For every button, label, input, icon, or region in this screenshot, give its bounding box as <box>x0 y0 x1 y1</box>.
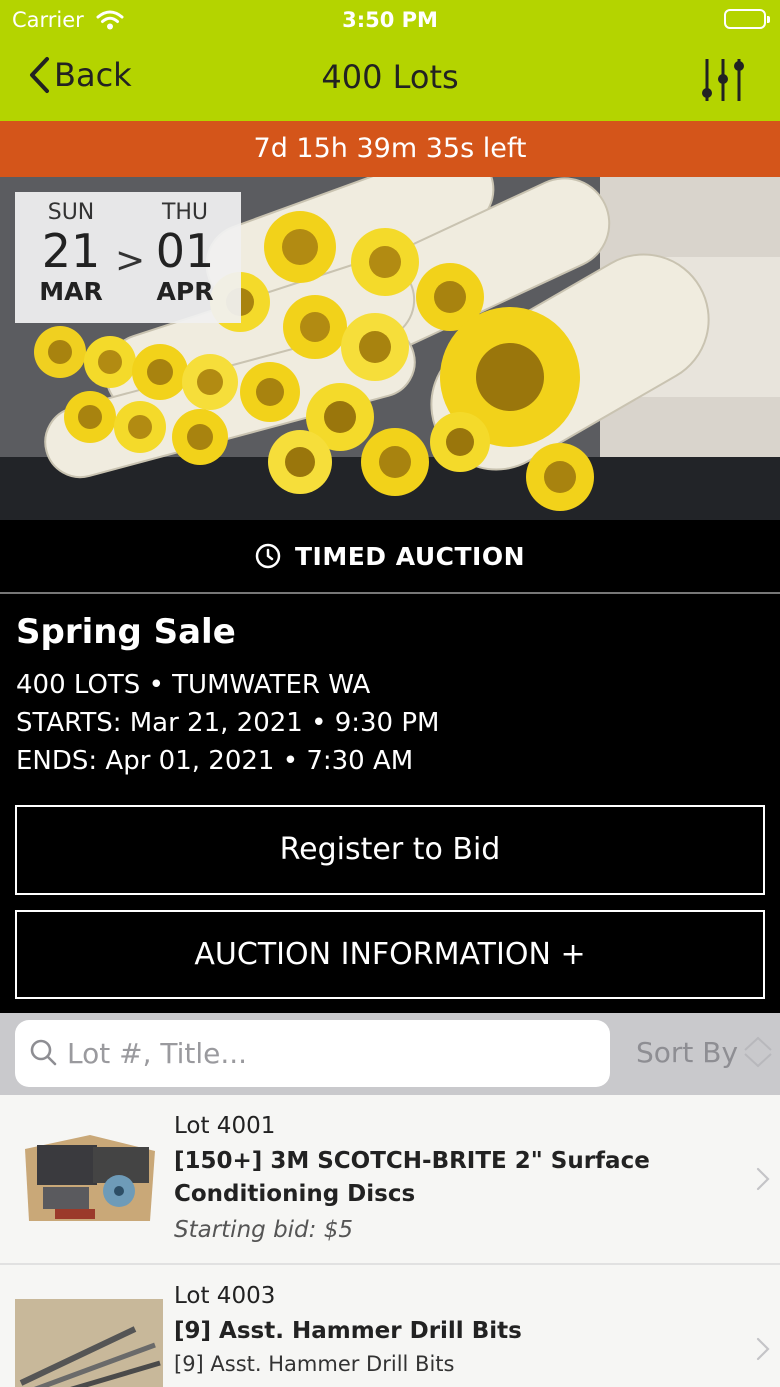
chevron-left-icon <box>30 57 49 93</box>
back-button[interactable]: Back <box>28 56 132 94</box>
lot-thumbnail <box>15 1299 163 1387</box>
lot-title: [150+] 3M SCOTCH-BRITE 2" Surface Condit… <box>174 1148 650 1207</box>
lot-title: [9] Asst. Hammer Drill Bits <box>174 1318 522 1344</box>
lot-list: Lot 4001 [150+] 3M SCOTCH-BRITE 2" Surfa… <box>0 1095 780 1387</box>
time-left-banner: 7d 15h 39m 35s left <box>0 121 780 177</box>
sale-ends: ENDS: Apr 01, 2021 • 7:30 AM <box>16 746 414 776</box>
chevron-right-icon <box>756 1337 770 1361</box>
lot-number: Lot 4001 <box>174 1113 276 1139</box>
back-label: Back <box>54 56 132 94</box>
sort-by-label: Sort By <box>636 1035 739 1069</box>
nav-bar: Back 400 Lots <box>0 40 780 121</box>
sale-info: Spring Sale 400 LOTS • TUMWATER WA START… <box>16 612 766 780</box>
start-month: MAR <box>39 277 103 306</box>
end-day-of-week: THU <box>161 200 209 225</box>
end-date: THU 01 APR <box>135 200 235 306</box>
date-range-box: SUN 21 MAR > THU 01 APR <box>15 192 241 323</box>
list-item[interactable]: Lot 4001 [150+] 3M SCOTCH-BRITE 2" Surfa… <box>0 1095 780 1265</box>
end-month: APR <box>156 277 214 306</box>
sort-icon <box>744 1036 772 1068</box>
lot-description: [9] Asst. Hammer Drill Bits <box>174 1352 455 1376</box>
lot-number: Lot 4003 <box>174 1283 276 1309</box>
clock: 3:50 PM <box>342 8 438 32</box>
start-day-of-week: SUN <box>47 200 95 225</box>
start-day: 21 <box>41 224 101 278</box>
status-bar: Carrier 3:50 PM <box>0 0 780 40</box>
auction-information-button[interactable]: AUCTION INFORMATION + <box>15 910 765 999</box>
sale-starts: STARTS: Mar 21, 2021 • 9:30 PM <box>16 708 440 738</box>
auction-type-badge: TIMED AUCTION <box>0 520 780 592</box>
start-date: SUN 21 MAR <box>21 200 121 306</box>
filter-sliders-icon[interactable] <box>700 56 746 108</box>
divider <box>0 592 780 594</box>
search-input[interactable] <box>67 1030 597 1076</box>
search-bar: Sort By <box>0 1013 780 1095</box>
chevron-right-icon <box>756 1167 770 1191</box>
battery-icon <box>724 9 770 29</box>
register-to-bid-button[interactable]: Register to Bid <box>15 805 765 895</box>
auction-hero-image: SUN 21 MAR > THU 01 APR <box>0 177 780 520</box>
search-field <box>15 1020 610 1087</box>
clock-icon <box>255 543 281 569</box>
list-item[interactable]: Lot 4003 [9] Asst. Hammer Drill Bits [9]… <box>0 1265 780 1387</box>
sale-name: Spring Sale <box>16 612 236 652</box>
starting-bid: Starting bid: $5 <box>174 1217 353 1243</box>
sort-by-button[interactable]: Sort By <box>636 1035 774 1069</box>
end-day: 01 <box>155 224 215 278</box>
search-icon <box>30 1039 57 1066</box>
lot-thumbnail <box>15 1129 163 1229</box>
auction-type-label: TIMED AUCTION <box>294 541 526 571</box>
sale-summary: 400 LOTS • TUMWATER WA <box>16 670 371 700</box>
